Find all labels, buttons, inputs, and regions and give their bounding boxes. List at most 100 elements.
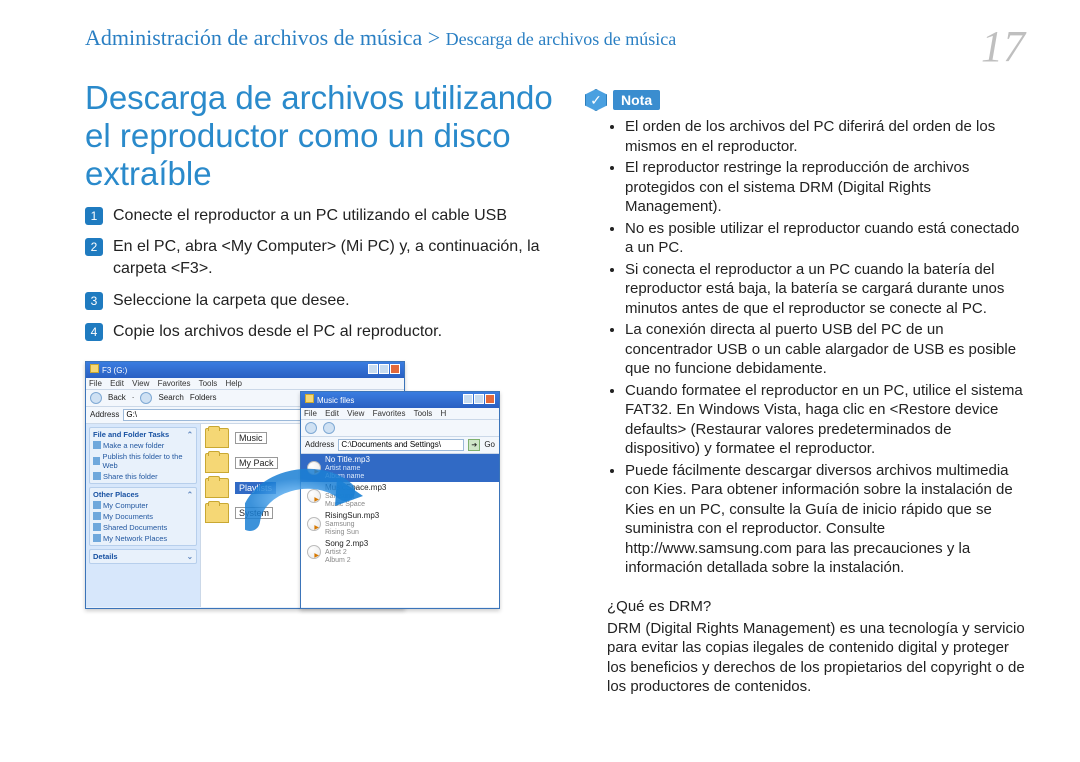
menu-item[interactable]: View [132, 379, 149, 388]
window-title-text: F3 (G:) [102, 366, 127, 375]
note-label: Nota [613, 90, 660, 110]
breadcrumb-separator: > [422, 25, 445, 50]
menu-item[interactable]: Tools [414, 409, 433, 418]
page-number: 17 [981, 25, 1025, 69]
close-icon[interactable] [390, 364, 400, 374]
note-item: El orden de los archivos del PC diferirá… [625, 117, 1025, 156]
page-title: Descarga de archivos utilizando el repro… [85, 79, 555, 193]
menu-bar: File Edit View Favorites Tools Help [86, 378, 404, 390]
forward-icon[interactable] [140, 392, 152, 404]
step-item: 1Conecte el reproductor a un PC utilizan… [85, 205, 555, 227]
step-number-icon: 3 [85, 292, 103, 310]
minimize-icon[interactable] [368, 364, 378, 374]
file-item[interactable]: MusicSpace.mp3SamsungMusic Space [301, 482, 499, 510]
note-item: El reproductor restringe la reproducción… [625, 158, 1025, 217]
breadcrumb-parent: Administración de archivos de música [85, 25, 422, 50]
file-name: MusicSpace.mp3 [325, 483, 386, 492]
go-button[interactable]: ➔ [468, 439, 480, 451]
note-cube-icon: ✓ [585, 89, 607, 111]
step-number-icon: 4 [85, 323, 103, 341]
menu-item[interactable]: Favorites [158, 379, 191, 388]
other-places-header: Other Places [93, 490, 139, 499]
task-item[interactable]: Share this folder [93, 472, 193, 481]
forward-icon[interactable] [323, 422, 335, 434]
step-item: 4 Copie los archivos desde el PC al repro… [85, 321, 555, 343]
audio-file-icon [307, 461, 321, 475]
expand-icon[interactable]: ⌄ [187, 552, 193, 561]
folder-label: System [235, 507, 273, 519]
menu-item[interactable]: Edit [110, 379, 124, 388]
new-folder-icon [93, 441, 101, 449]
address-input[interactable] [338, 439, 464, 451]
window-title-text: Music files [317, 396, 354, 405]
menu-item[interactable]: H [441, 409, 447, 418]
explorer-window-target: Music files File Edit View Favorites Too… [300, 391, 500, 609]
file-album: Rising Sun [325, 529, 359, 536]
place-item[interactable]: My Computer [93, 501, 193, 510]
menu-item[interactable]: File [304, 409, 317, 418]
file-item[interactable]: No Title.mp3Artist nameAlbum name [301, 454, 499, 482]
step-item: 2En el PC, abra <My Computer> (Mi PC) y,… [85, 236, 555, 279]
file-item[interactable]: RisingSun.mp3SamsungRising Sun [301, 510, 499, 538]
back-icon[interactable] [90, 392, 102, 404]
back-icon[interactable] [305, 422, 317, 434]
collapse-icon[interactable]: ⌃ [187, 490, 193, 499]
breadcrumb: Administración de archivos de música > D… [85, 25, 676, 51]
menu-item[interactable]: Favorites [373, 409, 406, 418]
menu-bar: File Edit View Favorites Tools H [301, 408, 499, 420]
task-item[interactable]: Make a new folder [93, 441, 193, 450]
step-number-icon: 2 [85, 238, 103, 256]
maximize-icon[interactable] [474, 394, 484, 404]
place-item[interactable]: My Network Places [93, 534, 193, 543]
folder-label: My Pack [235, 457, 278, 469]
folder-icon [205, 478, 229, 498]
drm-question: ¿Qué es DRM? [607, 598, 1025, 615]
address-label: Address [90, 410, 119, 419]
menu-item[interactable]: Edit [325, 409, 339, 418]
task-item[interactable]: Publish this folder to the Web [93, 452, 193, 470]
note-item: Si conecta el reproductor a un PC cuando… [625, 260, 1025, 319]
file-listing: No Title.mp3Artist nameAlbum name MusicS… [301, 454, 499, 607]
folders-label[interactable]: Folders [190, 393, 217, 402]
address-bar: Address ➔Go [301, 437, 499, 454]
file-name: RisingSun.mp3 [325, 511, 379, 520]
explorer-side-panel: File and Folder Tasks ⌃ Make a new folder… [86, 424, 201, 607]
note-item: La conexión directa al puerto USB del PC… [625, 320, 1025, 379]
note-item: No es posible utilizar el reproductor cu… [625, 219, 1025, 258]
menu-item[interactable]: View [347, 409, 364, 418]
network-places-icon [93, 534, 101, 542]
place-item[interactable]: Shared Documents [93, 523, 193, 532]
window-buttons [462, 394, 495, 406]
audio-file-icon [307, 545, 321, 559]
tasks-header: File and Folder Tasks [93, 430, 169, 439]
back-label[interactable]: Back [108, 393, 126, 402]
file-name: Song 2.mp3 [325, 539, 368, 548]
collapse-icon[interactable]: ⌃ [187, 430, 193, 439]
minimize-icon[interactable] [463, 394, 473, 404]
folder-icon [205, 428, 229, 448]
folder-label: Music [235, 432, 267, 444]
window-titlebar: F3 (G:) [86, 362, 404, 378]
step-number-icon: 1 [85, 207, 103, 225]
search-label[interactable]: Search [158, 393, 183, 402]
place-item[interactable]: My Documents [93, 512, 193, 521]
folder-icon [205, 453, 229, 473]
folder-icon [305, 394, 314, 403]
folder-label: Playlists [235, 482, 276, 494]
menu-item[interactable]: Help [226, 379, 242, 388]
other-places-box: Other Places ⌃ My Computer My Documents S… [89, 487, 197, 546]
maximize-icon[interactable] [379, 364, 389, 374]
my-documents-icon [93, 512, 101, 520]
menu-item[interactable]: File [89, 379, 102, 388]
note-bullets: El orden de los archivos del PC diferirá… [585, 117, 1025, 578]
file-artist: Samsung [325, 493, 355, 500]
file-item[interactable]: Song 2.mp3Artist 2Album 2 [301, 538, 499, 566]
window-titlebar: Music files [301, 392, 499, 408]
share-icon [93, 472, 101, 480]
folder-icon [205, 503, 229, 523]
page-header: Administración de archivos de música > D… [85, 25, 1025, 69]
file-album: Album name [325, 473, 364, 480]
step-text: Copie los archivos desde el PC al reprod… [113, 321, 442, 343]
menu-item[interactable]: Tools [199, 379, 218, 388]
close-icon[interactable] [485, 394, 495, 404]
